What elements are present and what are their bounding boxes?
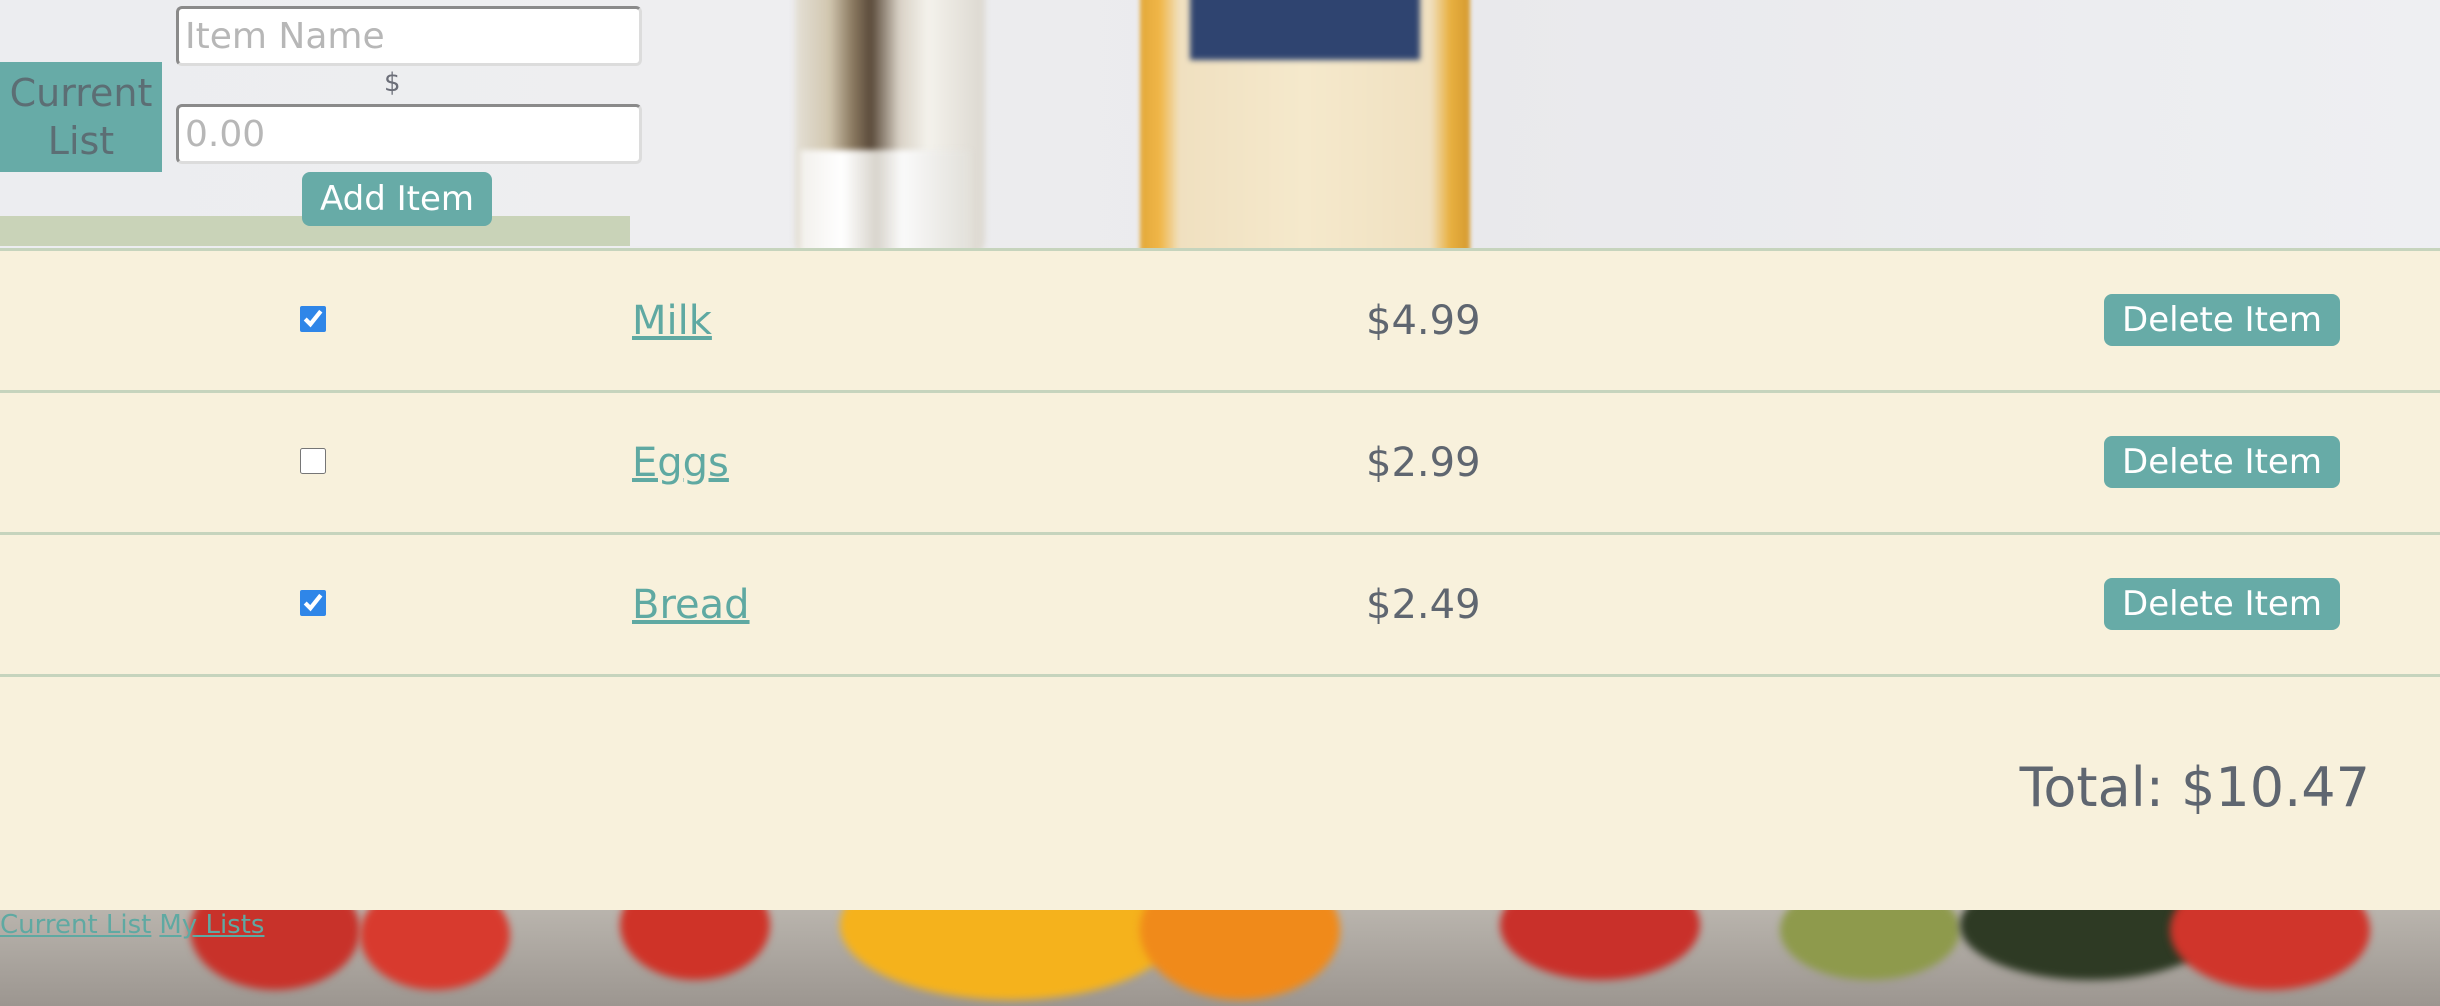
background-glass-base bbox=[800, 150, 970, 250]
item-price-input[interactable] bbox=[176, 104, 642, 164]
add-item-button[interactable]: Add Item bbox=[302, 172, 492, 226]
item-price: $4.99 bbox=[1366, 298, 1481, 344]
item-price: $2.99 bbox=[1366, 440, 1481, 486]
current-list-tab: Current List bbox=[0, 62, 162, 172]
footer-link-current-list[interactable]: Current List bbox=[0, 910, 151, 940]
item-checkbox[interactable] bbox=[300, 590, 326, 616]
shopping-list-panel: Milk $4.99 Delete Item Eggs $2.99 Delete… bbox=[0, 248, 2440, 911]
background-tomato bbox=[1500, 910, 1700, 980]
item-name-input[interactable] bbox=[176, 6, 642, 66]
currency-symbol-label: $ bbox=[384, 68, 401, 98]
table-row: Eggs $2.99 Delete Item bbox=[0, 393, 2440, 535]
background-pepper bbox=[1140, 910, 1340, 1000]
footer-nav: Current List My Lists bbox=[0, 910, 272, 940]
delete-item-button[interactable]: Delete Item bbox=[2104, 294, 2340, 346]
delete-item-button[interactable]: Delete Item bbox=[2104, 578, 2340, 630]
table-row: Bread $2.49 Delete Item bbox=[0, 535, 2440, 677]
list-total: Total: $10.47 bbox=[2019, 756, 2370, 819]
item-checkbox[interactable] bbox=[300, 306, 326, 332]
background-jar-label bbox=[1190, 0, 1420, 60]
current-list-tab-line2: List bbox=[47, 119, 115, 163]
item-name-link[interactable]: Eggs bbox=[632, 440, 729, 486]
background-tomato bbox=[620, 910, 770, 980]
table-row: Milk $4.99 Delete Item bbox=[0, 251, 2440, 393]
current-list-tab-line1: Current bbox=[9, 71, 153, 115]
item-price: $2.49 bbox=[1366, 582, 1481, 628]
item-name-link[interactable]: Bread bbox=[632, 582, 750, 628]
item-name-link[interactable]: Milk bbox=[632, 298, 712, 344]
background-photo-bottom bbox=[0, 910, 2440, 1006]
footer-link-my-lists[interactable]: My Lists bbox=[159, 910, 264, 940]
background-tomato bbox=[360, 910, 510, 990]
background-tomato bbox=[2170, 910, 2370, 990]
delete-item-button[interactable]: Delete Item bbox=[2104, 436, 2340, 488]
item-checkbox[interactable] bbox=[300, 448, 326, 474]
background-zucchini bbox=[1780, 910, 1960, 980]
background-pepper bbox=[840, 910, 1180, 1000]
